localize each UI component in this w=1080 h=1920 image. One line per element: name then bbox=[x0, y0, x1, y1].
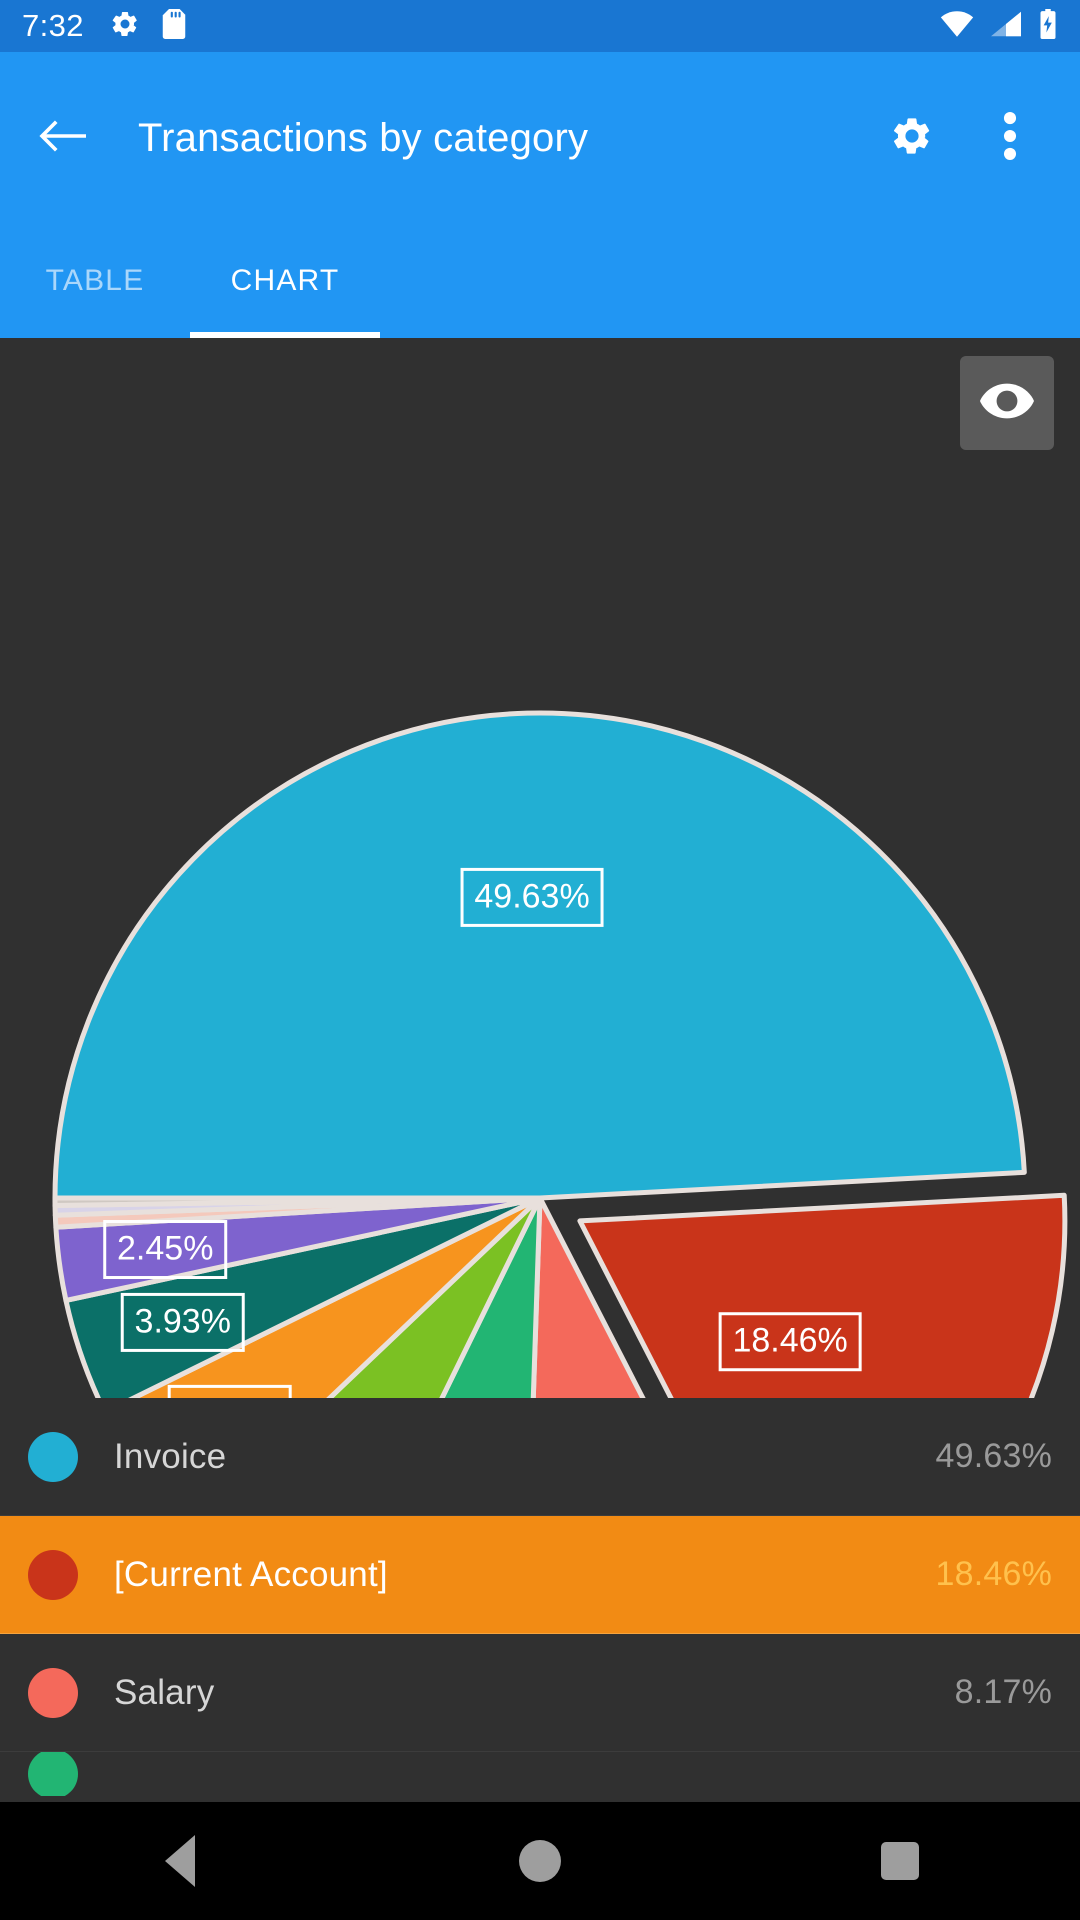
svg-text:3.93%: 3.93% bbox=[135, 1302, 231, 1340]
list-item[interactable]: Invoice 49.63% bbox=[0, 1398, 1080, 1516]
nav-recents-button[interactable] bbox=[840, 1802, 960, 1920]
nav-home-button[interactable] bbox=[480, 1802, 600, 1920]
legend-item-label: [Current Account] bbox=[114, 1554, 388, 1594]
legend-item-label: Invoice bbox=[114, 1436, 227, 1476]
wifi-icon bbox=[940, 10, 974, 42]
settings-gear-icon bbox=[890, 114, 934, 163]
tab-chart-label: CHART bbox=[230, 264, 340, 297]
list-item[interactable]: [Current Account] 18.46% bbox=[0, 1516, 1080, 1634]
svg-text:2.45%: 2.45% bbox=[117, 1230, 213, 1268]
back-triangle-icon bbox=[165, 1835, 195, 1887]
battery-charging-icon bbox=[1038, 8, 1058, 44]
legend-list: Invoice 49.63% [Current Account] 18.46% … bbox=[0, 1398, 1080, 1796]
pie-slice[interactable] bbox=[52, 710, 1027, 1201]
overflow-menu-button[interactable] bbox=[978, 106, 1042, 170]
settings-button[interactable] bbox=[880, 106, 944, 170]
legend-color-dot bbox=[28, 1752, 78, 1796]
recents-square-icon bbox=[881, 1842, 919, 1880]
home-circle-icon bbox=[519, 1840, 561, 1882]
back-button[interactable] bbox=[26, 102, 98, 174]
overflow-menu-icon bbox=[1003, 111, 1017, 166]
android-navigation-bar bbox=[0, 1802, 1080, 1920]
tab-table-label: TABLE bbox=[45, 264, 145, 297]
sd-card-icon bbox=[162, 8, 186, 44]
cell-signal-icon bbox=[991, 11, 1021, 42]
svg-text:18.46%: 18.46% bbox=[732, 1322, 847, 1360]
status-bar-clock: 7:32 bbox=[22, 8, 84, 43]
app-bar: Transactions by category bbox=[0, 52, 1080, 224]
status-bar: 7:32 bbox=[0, 0, 1080, 52]
legend-color-dot bbox=[28, 1667, 78, 1718]
legend-item-label: Salary bbox=[114, 1672, 215, 1712]
legend-color-dot bbox=[28, 1549, 78, 1600]
tab-table[interactable]: TABLE bbox=[0, 224, 190, 338]
svg-text:49.63%: 49.63% bbox=[474, 877, 589, 915]
legend-item-value: 49.63% bbox=[935, 1437, 1052, 1475]
arrow-back-icon bbox=[38, 116, 86, 161]
pie-slice[interactable] bbox=[577, 1192, 1068, 1655]
tab-chart[interactable]: CHART bbox=[190, 224, 380, 338]
gear-icon bbox=[110, 9, 140, 44]
legend-item-value: 8.17% bbox=[954, 1673, 1052, 1711]
legend-color-dot bbox=[28, 1431, 78, 1482]
pie-chart[interactable]: 49.63%18.46%8.17%6.78%5.70%4.87%3.93%2.4… bbox=[0, 338, 1080, 1686]
chart-container: 49.63%18.46%8.17%6.78%5.70%4.87%3.93%2.4… bbox=[0, 338, 1080, 1686]
legend-item-value: 18.46% bbox=[935, 1555, 1052, 1593]
page-title: Transactions by category bbox=[138, 115, 589, 160]
nav-back-button[interactable] bbox=[120, 1802, 240, 1920]
tab-bar: TABLE CHART bbox=[0, 224, 1080, 338]
list-item[interactable]: Salary 8.17% bbox=[0, 1634, 1080, 1752]
list-item[interactable] bbox=[0, 1752, 1080, 1796]
